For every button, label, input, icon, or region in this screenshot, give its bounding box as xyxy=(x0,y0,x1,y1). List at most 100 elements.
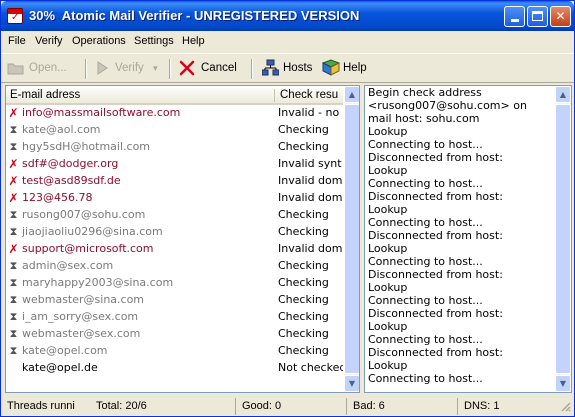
row-status: Checking xyxy=(278,276,329,289)
toolbar-separator xyxy=(169,59,171,79)
row-email: 123@456.78 xyxy=(22,191,93,204)
table-row[interactable]: ✗ support@microsoft.com Invalid dom xyxy=(6,241,343,258)
help-button[interactable]: Help xyxy=(322,59,372,79)
minimize-button[interactable] xyxy=(504,6,525,27)
table-row[interactable]: ✗ sdf#@dodger.org Invalid synt xyxy=(6,156,343,173)
window-title: 30% Atomic Mail Verifier - UNREGISTERED … xyxy=(29,8,360,23)
row-status: Checking xyxy=(278,259,329,272)
column-header-status[interactable]: Check resu xyxy=(280,89,338,101)
row-email: webmaster@sex.com xyxy=(22,327,141,340)
hosts-label: Hosts xyxy=(283,62,313,74)
log-text: Begin check address <rusong007@sohu.com>… xyxy=(368,86,527,385)
cancel-label: Cancel xyxy=(201,62,237,74)
menu-help[interactable]: Help xyxy=(182,35,205,47)
open-button[interactable]: Open... xyxy=(7,59,77,79)
menu-verify[interactable]: Verify xyxy=(35,35,63,47)
row-email: i_am_sorry@sex.com xyxy=(22,310,139,323)
open-label: Open... xyxy=(29,62,67,74)
cancel-button[interactable]: Cancel xyxy=(179,59,243,79)
verify-button[interactable]: Verify ▾ xyxy=(93,59,165,79)
row-status: Invalid dom xyxy=(278,191,343,204)
scroll-down-button[interactable]: ▼ xyxy=(344,375,359,392)
table-row[interactable]: ⧗ webmaster@sina.com Checking xyxy=(6,292,343,309)
row-status: Not checked xyxy=(278,361,343,374)
close-button[interactable]: ✕ xyxy=(550,6,571,27)
menu-file[interactable]: File xyxy=(8,35,26,47)
title-bar[interactable]: 30% Atomic Mail Verifier - UNREGISTERED … xyxy=(1,1,574,31)
play-icon xyxy=(97,61,108,75)
maximize-icon xyxy=(532,11,543,21)
table-row[interactable]: ⧗ hgy5sdH@hotmail.com Checking xyxy=(6,139,343,156)
row-status: Invalid synt xyxy=(278,157,342,170)
row-email: maryhappy2003@sina.com xyxy=(22,276,174,289)
table-row[interactable]: ⧗ kate@aol.com Checking xyxy=(6,122,343,139)
table-row[interactable]: ⧗ jiaojiaoliu0296@sina.com Checking xyxy=(6,224,343,241)
invalid-x-icon: ✗ xyxy=(8,242,19,256)
close-icon: ✕ xyxy=(555,9,566,23)
row-email: rusong007@sohu.com xyxy=(22,208,146,221)
table-row[interactable]: ⧗ i_am_sorry@sex.com Checking xyxy=(6,309,343,326)
row-status: Invalid dom xyxy=(278,242,343,255)
row-email: jiaojiaoliu0296@sina.com xyxy=(22,225,163,238)
hourglass-icon: ⧗ xyxy=(9,293,18,306)
cancel-x-icon xyxy=(179,60,195,76)
maximize-button[interactable] xyxy=(527,6,548,27)
row-email: hgy5sdH@hotmail.com xyxy=(22,140,151,153)
resize-grip-icon[interactable] xyxy=(559,400,571,412)
row-email: kate@opel.com xyxy=(22,344,108,357)
hourglass-icon: ⧗ xyxy=(9,344,18,357)
main-window: 30% Atomic Mail Verifier - UNREGISTERED … xyxy=(0,0,575,417)
hourglass-icon: ⧗ xyxy=(9,225,18,238)
email-list[interactable]: E-mail adress Check resu ✗ info@massmails… xyxy=(5,85,360,393)
table-row[interactable]: ⧗ maryhappy2003@sina.com Checking xyxy=(6,275,343,292)
table-row[interactable]: ⧗ rusong007@sohu.com Checking xyxy=(6,207,343,224)
menu-operations[interactable]: Operations xyxy=(72,35,126,47)
table-row[interactable]: ⧗ kate@opel.com Checking xyxy=(6,343,343,360)
row-email: admin@sex.com xyxy=(22,259,114,272)
list-header: E-mail adress Check resu xyxy=(6,86,343,105)
row-status: Invalid dom xyxy=(278,174,343,187)
status-total: Total: 20/6 xyxy=(96,400,147,412)
row-status: Checking xyxy=(278,344,329,357)
scroll-thumb[interactable] xyxy=(344,104,359,374)
row-email: test@asd89sdf.de xyxy=(22,174,121,187)
row-status: Checking xyxy=(278,310,329,323)
menu-settings[interactable]: Settings xyxy=(134,35,174,47)
hourglass-icon: ⧗ xyxy=(9,208,18,221)
log-scrollbar[interactable]: ▲ ▼ xyxy=(555,86,571,392)
invalid-x-icon: ✗ xyxy=(8,157,19,171)
hourglass-icon: ⧗ xyxy=(9,276,18,289)
column-divider[interactable] xyxy=(274,89,275,102)
hourglass-icon: ⧗ xyxy=(9,259,18,272)
row-status: Checking xyxy=(278,225,329,238)
hosts-button[interactable]: Hosts xyxy=(262,59,318,79)
network-hosts-icon xyxy=(262,59,279,76)
table-row[interactable]: ✗ info@massmailsoftware.com Invalid - no xyxy=(6,105,343,122)
status-threads: Threads runnin xyxy=(7,400,75,412)
scroll-up-button[interactable]: ▲ xyxy=(344,86,359,103)
table-row[interactable]: kate@opel.de Not checked xyxy=(6,360,343,377)
chevron-down-icon[interactable]: ▾ xyxy=(153,63,158,74)
status-good: Good: 0 xyxy=(235,398,345,415)
app-icon xyxy=(7,8,23,24)
status-dns: DNS: 1 xyxy=(457,398,557,415)
table-row[interactable]: ✗ 123@456.78 Invalid dom xyxy=(6,190,343,207)
scroll-down-button[interactable]: ▼ xyxy=(555,375,571,392)
row-email: sdf#@dodger.org xyxy=(22,157,119,170)
row-status: Invalid - no xyxy=(278,106,340,119)
scroll-thumb[interactable] xyxy=(555,104,571,374)
hourglass-icon: ⧗ xyxy=(9,310,18,323)
table-row[interactable]: ✗ test@asd89sdf.de Invalid dom xyxy=(6,173,343,190)
table-row[interactable]: ⧗ admin@sex.com Checking xyxy=(6,258,343,275)
log-pane[interactable]: Begin check address <rusong007@sohu.com>… xyxy=(364,85,572,393)
help-label: Help xyxy=(343,62,367,74)
column-header-email[interactable]: E-mail adress xyxy=(10,89,80,101)
scroll-up-button[interactable]: ▲ xyxy=(555,86,571,103)
table-row[interactable]: ⧗ webmaster@sex.com Checking xyxy=(6,326,343,343)
row-email: kate@opel.de xyxy=(22,361,98,374)
row-status: Checking xyxy=(278,123,329,136)
list-scrollbar[interactable]: ▲ ▼ xyxy=(344,86,359,392)
hourglass-icon: ⧗ xyxy=(9,140,18,153)
hourglass-icon: ⧗ xyxy=(9,123,18,136)
minimize-icon xyxy=(510,19,519,22)
